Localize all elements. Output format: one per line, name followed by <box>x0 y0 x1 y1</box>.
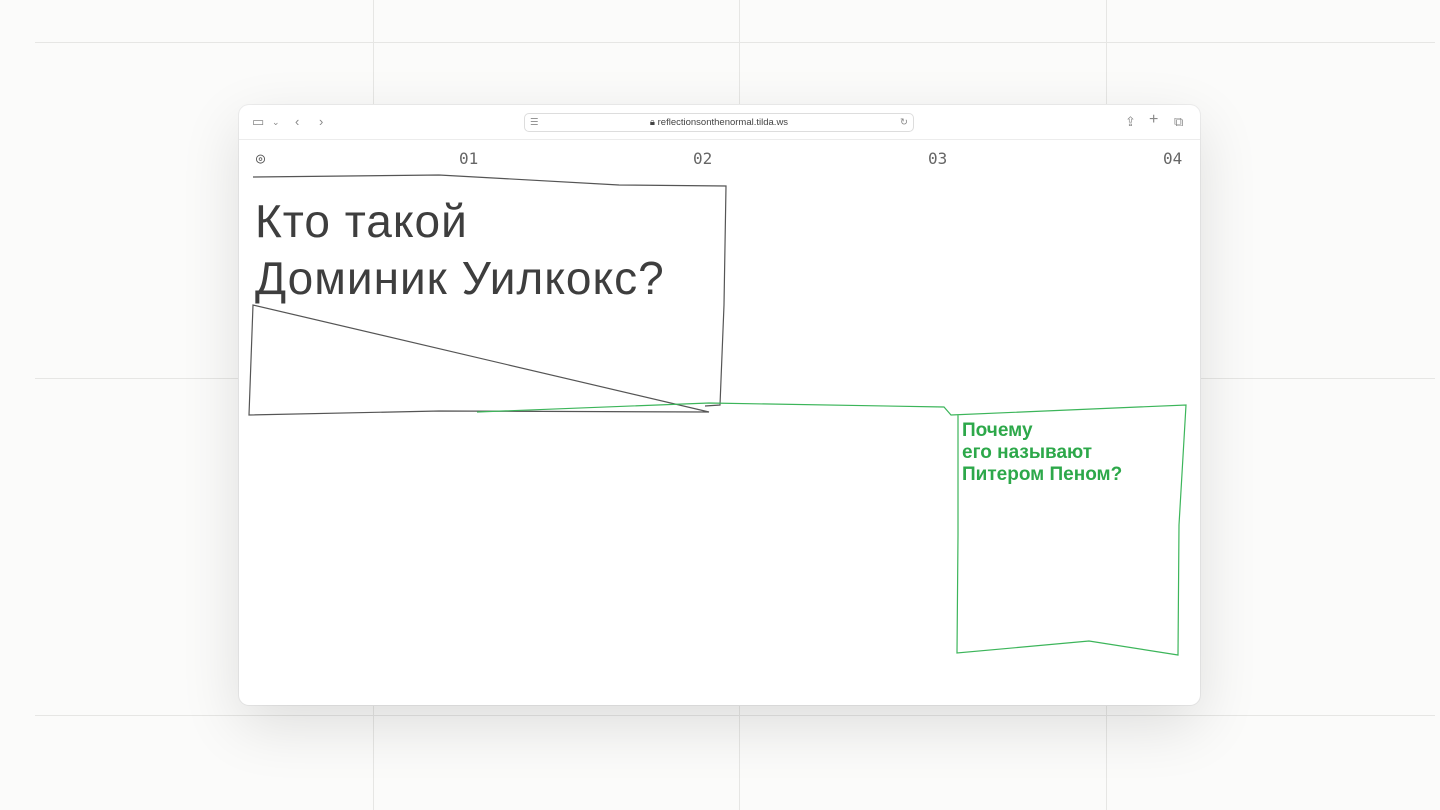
question-line: Почему <box>962 420 1033 441</box>
title-line: Доминик Уилкокс? <box>255 252 665 304</box>
question-heading[interactable]: Почему его называют Питером Пеном? <box>962 420 1122 486</box>
title-line: Кто такой <box>255 195 468 247</box>
question-line: Питером Пеном? <box>962 464 1123 485</box>
page-title: Кто такой Доминик Уилкокс? <box>255 193 665 307</box>
question-line: его называют <box>962 442 1093 463</box>
browser-window: ▭ ⌄ ‹ › ☰ 🔒︎ reflectionsonthenormal.tild… <box>239 105 1200 705</box>
grid-line <box>35 42 1435 43</box>
grid-line <box>35 715 1435 716</box>
